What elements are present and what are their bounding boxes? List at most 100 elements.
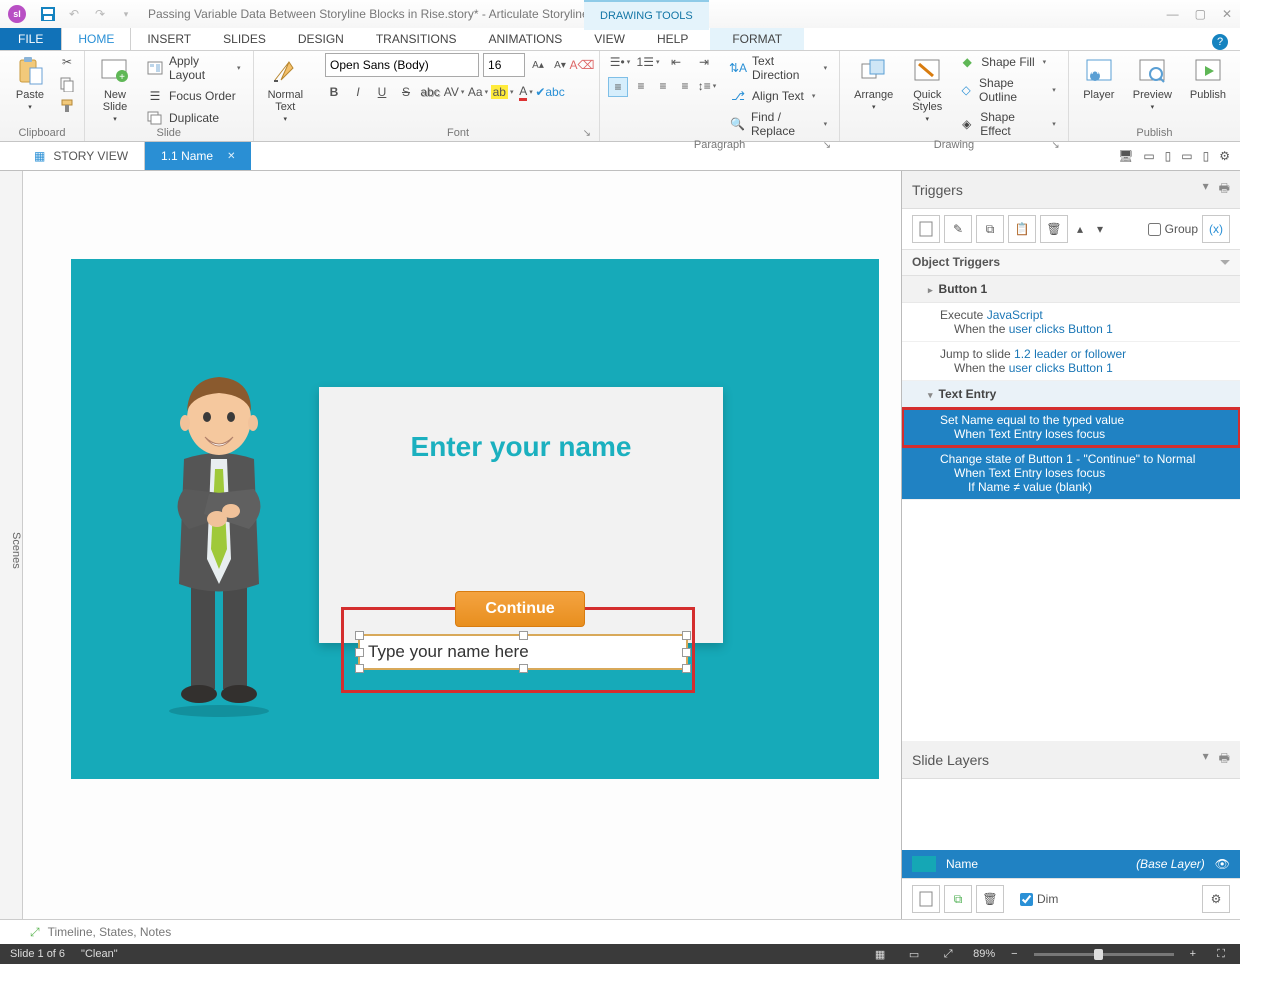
find-replace-button[interactable]: 🔍Find / Replace bbox=[726, 109, 831, 139]
slide-tab[interactable]: 1.1 Name ✕ bbox=[145, 142, 251, 170]
quick-styles-button[interactable]: Quick Styles▾ bbox=[905, 53, 949, 125]
arrange-button[interactable]: Arrange▾ bbox=[848, 53, 899, 113]
launcher-icon[interactable]: ↘ bbox=[1051, 140, 1059, 151]
redo-icon[interactable]: ↷ bbox=[92, 6, 108, 22]
continue-button[interactable]: Continue bbox=[455, 591, 585, 627]
copy-trigger-button[interactable]: ⧉ bbox=[976, 215, 1004, 243]
align-text-button[interactable]: ⎇Align Text bbox=[726, 87, 831, 105]
tab-transitions[interactable]: TRANSITIONS bbox=[360, 28, 473, 50]
save-icon[interactable] bbox=[40, 6, 56, 22]
fit-icon[interactable]: ⤢ bbox=[939, 945, 957, 963]
char-spacing-icon[interactable]: AV bbox=[445, 83, 463, 101]
trigger-item[interactable]: Execute JavaScript When the user clicks … bbox=[902, 303, 1240, 342]
font-color-icon[interactable]: A bbox=[517, 83, 535, 101]
decrease-font-icon[interactable]: A▾ bbox=[551, 56, 569, 74]
font-family-select[interactable] bbox=[325, 53, 479, 77]
new-slide-button[interactable]: + New Slide▾ bbox=[93, 53, 137, 125]
layer-settings-button[interactable]: ⚙ bbox=[1202, 885, 1230, 913]
publish-button[interactable]: Publish bbox=[1184, 53, 1232, 103]
font-size-select[interactable] bbox=[483, 53, 525, 77]
clear-format-icon[interactable]: A⌫ bbox=[573, 56, 591, 74]
paste-button[interactable]: Paste▾ bbox=[8, 53, 52, 113]
trigger-node-text-entry[interactable]: Text Entry bbox=[902, 381, 1240, 408]
minimize-icon[interactable]: — bbox=[1167, 7, 1179, 21]
timeline-strip[interactable]: ⤢ Timeline, States, Notes bbox=[0, 919, 1240, 944]
qat-customize-icon[interactable]: ▾ bbox=[118, 6, 134, 22]
device-tablet-portrait-icon[interactable]: ▯ bbox=[1165, 147, 1172, 165]
story-view-tab[interactable]: ▦ STORY VIEW bbox=[18, 142, 145, 170]
filter-icon[interactable]: ⏷ bbox=[1220, 255, 1230, 270]
shape-effect-button[interactable]: ◈Shape Effect bbox=[955, 109, 1060, 139]
collapse-icon[interactable]: ▾ bbox=[1203, 179, 1209, 200]
cut-icon[interactable]: ✂ bbox=[58, 53, 76, 71]
trigger-item-selected[interactable]: Set Name equal to the typed value When T… bbox=[902, 408, 1240, 447]
align-center-icon[interactable]: ≡ bbox=[632, 77, 650, 95]
gear-icon[interactable]: ⚙ bbox=[1219, 147, 1230, 165]
text-entry-field[interactable]: Type your name here bbox=[358, 634, 688, 670]
device-tablet-landscape-icon[interactable]: ▭ bbox=[1143, 147, 1154, 165]
preview-button[interactable]: Preview▾ bbox=[1127, 53, 1178, 113]
base-layer-item[interactable]: Name (Base Layer) 👁 bbox=[902, 850, 1240, 878]
numbering-icon[interactable]: 1☰ bbox=[636, 53, 660, 71]
variables-button[interactable]: (x) bbox=[1202, 215, 1230, 243]
shadow-icon[interactable]: abc bbox=[421, 83, 439, 101]
shape-outline-button[interactable]: ◇Shape Outline bbox=[955, 75, 1060, 105]
device-desktop-icon[interactable]: 🖥 bbox=[1118, 147, 1133, 165]
tab-format[interactable]: FORMAT bbox=[710, 28, 804, 50]
zoom-slider[interactable] bbox=[1034, 953, 1174, 956]
device-phone-portrait-icon[interactable]: ▯ bbox=[1203, 147, 1210, 165]
trigger-node-button1[interactable]: Button 1 bbox=[902, 276, 1240, 303]
copy-icon[interactable] bbox=[58, 75, 76, 93]
focus-order-button[interactable]: ☰Focus Order bbox=[143, 87, 245, 105]
duplicate-layer-button[interactable]: ⧉ bbox=[944, 885, 972, 913]
spellcheck-icon[interactable]: ✔abc bbox=[541, 83, 559, 101]
collapse-icon[interactable]: ▾ bbox=[1203, 749, 1209, 770]
paste-trigger-button[interactable]: 📋 bbox=[1008, 215, 1036, 243]
tab-design[interactable]: DESIGN bbox=[282, 28, 360, 50]
trigger-item[interactable]: Jump to slide 1.2 leader or follower Whe… bbox=[902, 342, 1240, 381]
tab-animations[interactable]: ANIMATIONS bbox=[473, 28, 579, 50]
increase-font-icon[interactable]: A▴ bbox=[529, 56, 547, 74]
bullets-icon[interactable]: ☰• bbox=[608, 53, 632, 71]
normal-text-button[interactable]: Normal Text▾ bbox=[262, 53, 309, 125]
zoom-in-icon[interactable]: + bbox=[1190, 948, 1196, 960]
highlight-icon[interactable]: ab bbox=[493, 83, 511, 101]
format-painter-icon[interactable] bbox=[58, 97, 76, 115]
shape-fill-button[interactable]: ◆Shape Fill bbox=[955, 53, 1060, 71]
apply-layout-button[interactable]: Apply Layout bbox=[143, 53, 245, 83]
new-layer-button[interactable] bbox=[912, 885, 940, 913]
align-left-icon[interactable]: ≡ bbox=[608, 77, 628, 97]
tab-help[interactable]: HELP bbox=[641, 28, 704, 50]
trigger-item[interactable]: Change state of Button 1 - "Continue" to… bbox=[902, 447, 1240, 500]
align-right-icon[interactable]: ≡ bbox=[654, 77, 672, 95]
zoom-out-icon[interactable]: − bbox=[1011, 948, 1017, 960]
device-phone-landscape-icon[interactable]: ▭ bbox=[1181, 147, 1192, 165]
strike-icon[interactable]: S bbox=[397, 83, 415, 101]
duplicate-button[interactable]: Duplicate bbox=[143, 109, 245, 127]
maximize-icon[interactable]: ▢ bbox=[1195, 7, 1206, 21]
underline-icon[interactable]: U bbox=[373, 83, 391, 101]
launcher-icon[interactable]: ↘ bbox=[583, 128, 591, 139]
delete-trigger-button[interactable]: 🗑 bbox=[1040, 215, 1068, 243]
tab-slides[interactable]: SLIDES bbox=[207, 28, 282, 50]
single-view-icon[interactable]: ▭ bbox=[905, 945, 923, 963]
tab-home[interactable]: HOME bbox=[61, 27, 131, 50]
move-down-icon[interactable]: ▾ bbox=[1092, 216, 1108, 242]
close-window-icon[interactable]: ✕ bbox=[1222, 7, 1232, 21]
group-checkbox[interactable]: Group bbox=[1148, 222, 1198, 236]
justify-icon[interactable]: ≡ bbox=[676, 77, 694, 95]
dim-checkbox[interactable]: Dim bbox=[1020, 892, 1058, 906]
line-spacing-icon[interactable]: ↕≡ bbox=[698, 77, 716, 95]
help-icon[interactable]: ? bbox=[1212, 34, 1228, 50]
tab-view[interactable]: VIEW bbox=[578, 28, 641, 50]
print-icon[interactable]: 🖶 bbox=[1219, 749, 1230, 770]
zoom-percent[interactable]: 89% bbox=[973, 948, 995, 960]
text-direction-button[interactable]: ⇅AText Direction bbox=[726, 53, 831, 83]
edit-trigger-button[interactable]: ✎ bbox=[944, 215, 972, 243]
increase-indent-icon[interactable]: ⇥ bbox=[692, 53, 716, 71]
tab-insert[interactable]: INSERT bbox=[131, 28, 207, 50]
expand-icon[interactable]: ⤢ bbox=[30, 925, 40, 940]
fit-window-icon[interactable]: ⛶ bbox=[1212, 945, 1230, 963]
delete-layer-button[interactable]: 🗑 bbox=[976, 885, 1004, 913]
new-trigger-button[interactable] bbox=[912, 215, 940, 243]
